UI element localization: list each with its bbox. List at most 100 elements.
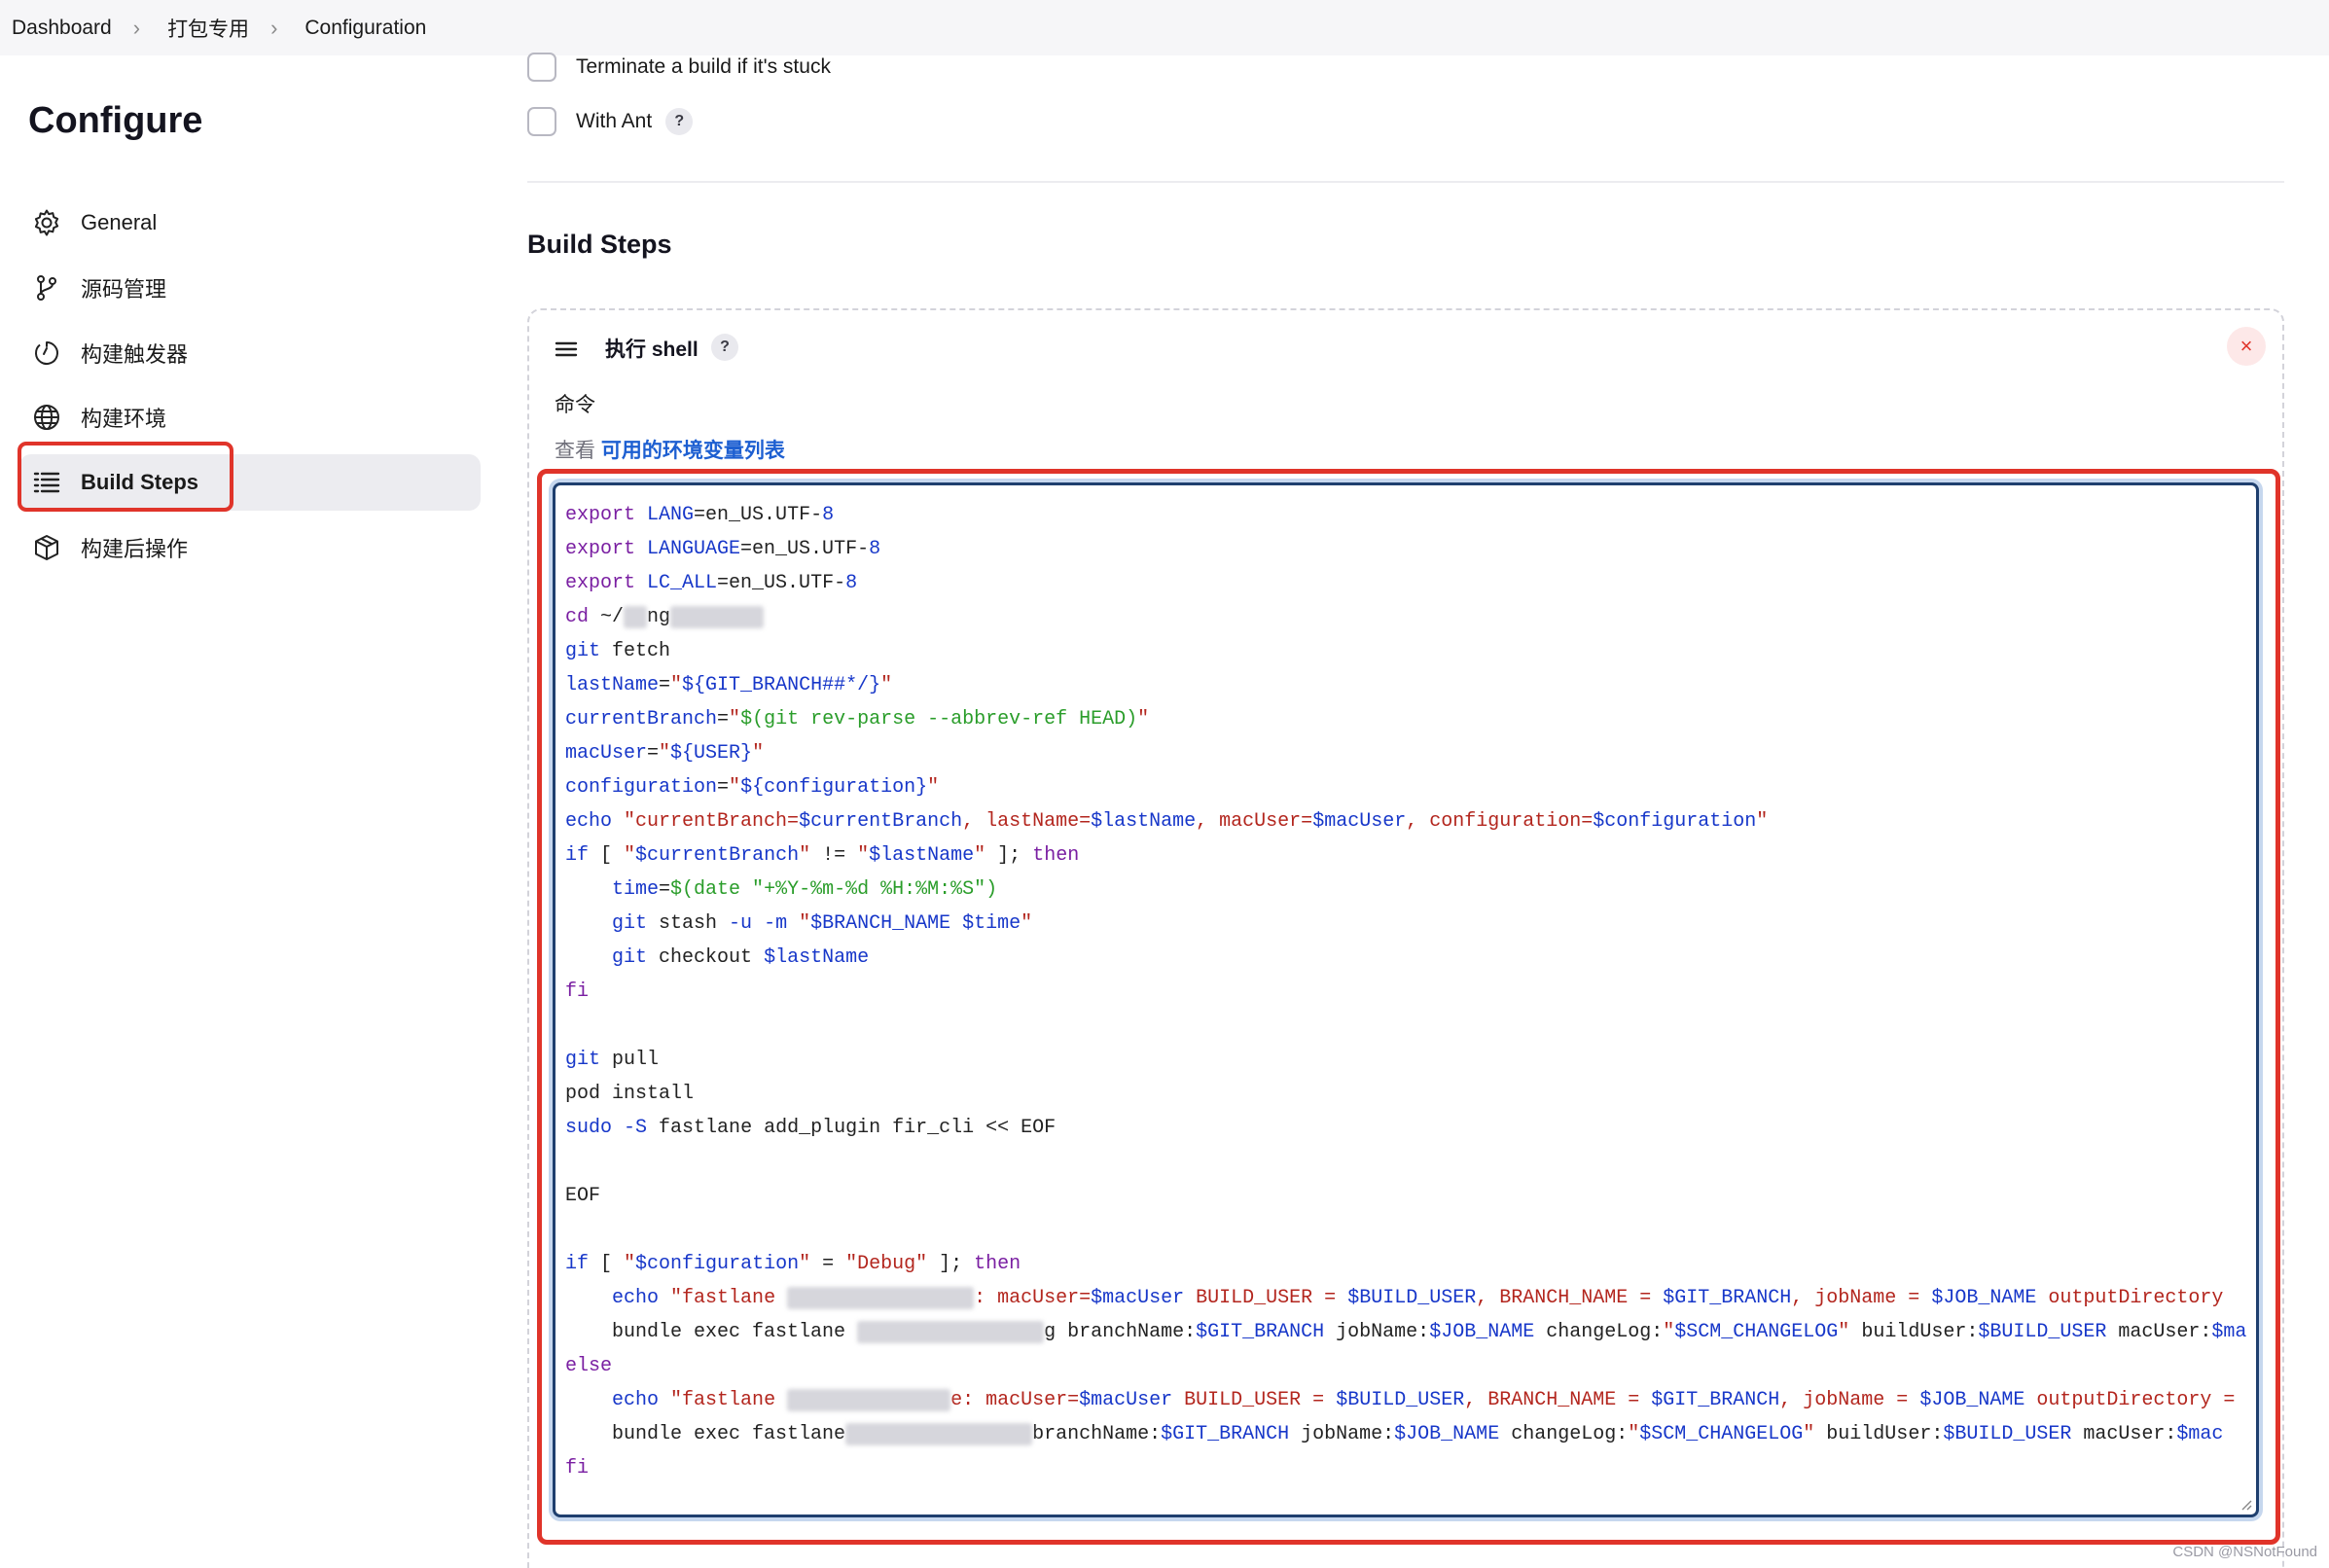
code-token: "	[1803, 1423, 1815, 1445]
sidebar-item-post-build[interactable]: 构建后操作	[19, 519, 481, 576]
code-token: =	[810, 1253, 846, 1275]
code-token: ${USER}	[670, 742, 753, 765]
code-token: $JOB_NAME	[1429, 1321, 1535, 1343]
code-token: $GIT_BRANCH	[1663, 1287, 1792, 1309]
gear-icon	[30, 206, 63, 239]
code-token: if	[565, 1253, 590, 1275]
code-token: $BUILD_USER	[1978, 1321, 2107, 1343]
code-token: $macUser	[1079, 1389, 1173, 1411]
command-textarea[interactable]: export LANG=en_US.UTF-8 export LANGUAGE=e…	[553, 482, 2259, 1517]
code-token: echo	[612, 1287, 660, 1309]
code-token: 8	[845, 572, 858, 594]
code-token: [	[589, 1253, 625, 1275]
code-line: if [ "$currentBranch" != "$lastName" ]; …	[565, 838, 2256, 873]
help-icon[interactable]: ?	[665, 108, 694, 135]
code-token: changeLog:	[1499, 1423, 1629, 1445]
sidebar-item-label: 构建环境	[81, 407, 167, 431]
code-token: $GIT_BRANCH	[1161, 1423, 1290, 1445]
code-token: "fastlane	[670, 1389, 788, 1411]
code-token: "	[1838, 1321, 1850, 1343]
env-vars-link[interactable]: 可用的环境变量列表	[601, 440, 785, 462]
code-token: -u	[729, 912, 753, 935]
code-token: echo	[565, 810, 613, 833]
close-icon[interactable]: ×	[2227, 327, 2266, 366]
package-icon	[30, 531, 63, 564]
code-line: git fetch	[565, 634, 2256, 668]
resize-grip-icon[interactable]	[2239, 1497, 2252, 1511]
code-token: git	[612, 946, 648, 969]
code-token: ];	[985, 844, 1033, 867]
code-token: if	[565, 844, 590, 867]
code-token: "	[974, 844, 986, 867]
terminate-stuck-checkbox[interactable]	[527, 53, 556, 82]
breadcrumb-dashboard[interactable]: Dashboard	[12, 17, 112, 40]
code-token: =	[717, 776, 730, 799]
code-token: "fastlane	[670, 1287, 788, 1309]
code-token: $ma	[2211, 1321, 2247, 1343]
option-terminate-stuck: Terminate a build if it's stuck	[527, 53, 831, 82]
code-token: "	[799, 912, 811, 935]
sidebar-item-label: 构建触发器	[81, 342, 189, 367]
sidebar-item-general[interactable]: General	[19, 195, 481, 251]
code-token: time	[612, 878, 660, 901]
sidebar-item-triggers[interactable]: 构建触发器	[19, 325, 481, 381]
code-token: $JOB_NAME	[1394, 1423, 1500, 1445]
code-token: outputDirectory =	[2024, 1389, 2236, 1411]
code-token: ${GIT_BRANCH##*/}	[682, 674, 881, 696]
drag-handle-icon[interactable]	[553, 336, 580, 363]
help-icon[interactable]: ?	[711, 334, 738, 361]
redacted-text: xx	[624, 606, 648, 628]
with-ant-checkbox[interactable]	[527, 107, 556, 136]
sidebar-item-label: General	[81, 210, 158, 234]
sidebar-item-scm[interactable]: 源码管理	[19, 260, 481, 316]
redacted-text: xxxxxxxxxxxxxxxx	[857, 1321, 1045, 1343]
code-token: then	[974, 1253, 1021, 1275]
code-token: "	[1021, 912, 1033, 935]
code-token: =en_US.UTF-	[694, 504, 823, 526]
git-branch-icon	[30, 271, 63, 304]
code-line: fi	[565, 975, 2256, 1009]
code-token: "Debug"	[845, 1253, 928, 1275]
code-token: [	[589, 844, 625, 867]
redacted-text: xxxxxxxxxxxxxxxx	[845, 1423, 1033, 1445]
breadcrumb: Dashboard › 打包专用 › Configuration	[0, 0, 2329, 55]
code-token: 8	[869, 538, 881, 560]
redacted-text: xxxxxxxxxxxxxxxx	[787, 1287, 975, 1309]
code-token: , jobName =	[1779, 1389, 1920, 1411]
code-token: then	[1032, 844, 1080, 867]
code-token: $macUser	[1091, 1287, 1185, 1309]
code-token: "	[659, 742, 671, 765]
code-token: "	[670, 674, 683, 696]
code-token: EOF	[565, 1185, 601, 1207]
code-token: , BRANCH_NAME =	[1464, 1389, 1652, 1411]
code-token: -m	[764, 912, 788, 935]
code-line: export LC_ALL=en_US.UTF-8	[565, 566, 2256, 600]
breadcrumb-project[interactable]: 打包专用	[167, 14, 249, 43]
code-token: git	[565, 1049, 601, 1071]
code-token: checkout	[647, 946, 765, 969]
code-token: bundle exec fastlane	[565, 1423, 846, 1445]
code-token: !=	[810, 844, 858, 867]
code-token: "	[624, 844, 636, 867]
code-line: git pull	[565, 1043, 2256, 1077]
sidebar-item-label: 源码管理	[81, 277, 167, 302]
code-line: bundle exec fastlane xxxxxxxxxxxxxxxxg b…	[565, 1315, 2256, 1349]
sidebar-item-environment[interactable]: 构建环境	[19, 389, 481, 445]
code-token: "	[752, 742, 765, 765]
code-token: echo	[612, 1389, 660, 1411]
code-token: $configuration	[1593, 810, 1757, 833]
code-token: =en_US.UTF-	[740, 538, 870, 560]
code-token: "	[799, 844, 811, 867]
code-token: ];	[927, 1253, 975, 1275]
code-token: branchName:	[1032, 1423, 1162, 1445]
code-token: =	[659, 878, 671, 901]
code-line: currentBranch="$(git rev-parse --abbrev-…	[565, 702, 2256, 736]
breadcrumb-configuration[interactable]: Configuration	[305, 17, 426, 40]
